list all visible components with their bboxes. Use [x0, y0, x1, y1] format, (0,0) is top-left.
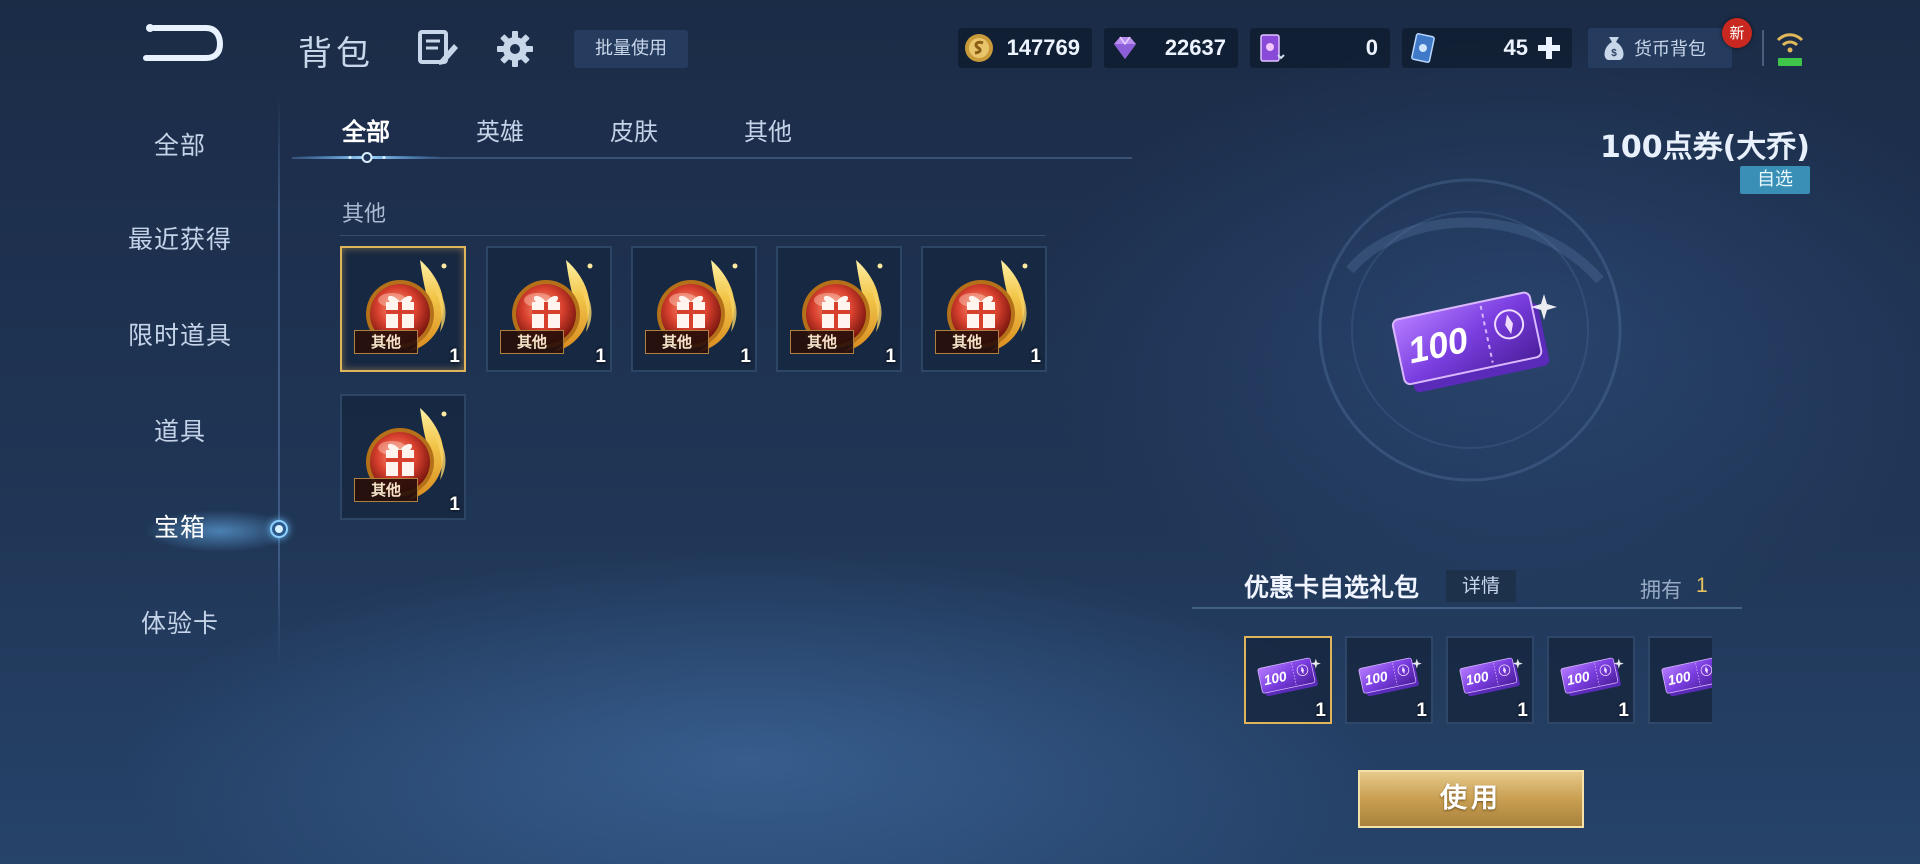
item-quantity: 1 [449, 346, 460, 367]
gift-pack-name: 优惠卡自选礼包 [1244, 573, 1420, 602]
card-currency[interactable]: 0 [1250, 28, 1390, 68]
gem-amount: 22637 [1164, 35, 1226, 60]
voucher-ticket-image [1384, 282, 1564, 402]
pack-option[interactable]: 1 [1244, 636, 1332, 724]
grid-item[interactable]: 其他 1 [631, 246, 757, 372]
sidebar-item-props[interactable]: 道具 [60, 402, 300, 462]
edit-list-icon[interactable] [418, 30, 458, 66]
sidebar-item-recent[interactable]: 最近获得 [60, 210, 300, 270]
sidebar-divider [278, 96, 280, 666]
item-quantity: 1 [1030, 346, 1041, 367]
owned-label: 拥有 [1640, 578, 1682, 602]
gem-currency: 22637 [1104, 28, 1238, 68]
back-arrow-icon [143, 24, 224, 61]
new-badge: 新 [1722, 18, 1752, 48]
item-tag: 其他 [354, 478, 418, 502]
sidebar-item-limited[interactable]: 限时道具 [60, 306, 300, 366]
item-quantity: 1 [885, 346, 896, 367]
use-button[interactable]: 使用 [1358, 770, 1584, 828]
option-quantity: 1 [1416, 700, 1427, 721]
owned-count: 1 [1696, 574, 1708, 597]
item-tag: 其他 [935, 330, 999, 354]
item-quantity: 1 [449, 494, 460, 515]
pack-option[interactable] [1648, 636, 1712, 724]
voucher-ticket-icon [1658, 654, 1712, 700]
card-amount: 0 [1365, 35, 1378, 60]
item-tag: 其他 [500, 330, 564, 354]
sidebar-item-all[interactable]: 全部 [60, 116, 300, 176]
grid-item[interactable]: 其他 1 [776, 246, 902, 372]
batch-use-button[interactable]: 批量使用 [574, 30, 688, 68]
tab-all[interactable]: 全部 [342, 112, 390, 147]
pack-divider [1192, 607, 1742, 609]
gold-currency: 147769 [958, 28, 1092, 68]
grid-item[interactable]: 其他 1 [340, 394, 466, 520]
settings-gear-icon[interactable] [496, 30, 534, 68]
diamond-icon [1114, 36, 1136, 59]
tab-other[interactable]: 其他 [744, 112, 792, 147]
ticket-amount: 45 [1503, 35, 1528, 60]
grid-item[interactable]: 其他 1 [340, 246, 466, 372]
svg-text:$: $ [1611, 48, 1617, 59]
sidebar-active-indicator [270, 520, 288, 538]
voucher-ticket-icon [1456, 654, 1526, 700]
item-detail-title: 100点券(大乔) [1599, 130, 1810, 165]
voucher-ticket-icon [1254, 654, 1324, 700]
option-quantity: 1 [1618, 700, 1629, 721]
back-button[interactable] [136, 22, 226, 66]
tab-heroes[interactable]: 英雄 [476, 112, 524, 147]
details-button[interactable]: 详情 [1446, 570, 1516, 602]
voucher-ticket-icon [1557, 654, 1627, 700]
item-tag: 其他 [354, 330, 418, 354]
active-tab-underline [292, 152, 442, 163]
grid-item[interactable]: 其他 1 [921, 246, 1047, 372]
gold-coin-icon [965, 34, 993, 62]
pack-option[interactable]: 1 [1446, 636, 1534, 724]
item-quantity: 1 [595, 346, 606, 367]
voucher-ticket-icon [1355, 654, 1425, 700]
sidebar-item-trial-cards[interactable]: 体验卡 [60, 594, 300, 654]
page-title: 背包 [298, 34, 374, 74]
tab-skins[interactable]: 皮肤 [610, 112, 658, 147]
plus-icon[interactable] [1536, 35, 1562, 61]
pack-option[interactable]: 1 [1547, 636, 1635, 724]
ticket-currency: 45 [1402, 28, 1572, 68]
item-tag: 其他 [790, 330, 854, 354]
option-quantity: 1 [1315, 700, 1326, 721]
section-label: 其他 [342, 202, 387, 227]
wallet-label: 货币背包 [1634, 39, 1706, 60]
network-signal-icon [1772, 28, 1808, 68]
money-bag-icon: $ [1604, 37, 1624, 60]
gold-amount: 147769 [1006, 35, 1080, 60]
sidebar-item-chests[interactable]: 宝箱 [60, 498, 300, 558]
item-tag: 其他 [645, 330, 709, 354]
currency-wallet-button[interactable]: $ 货币背包 [1588, 28, 1732, 68]
purple-card-icon [1260, 34, 1285, 62]
pack-options-row[interactable]: 1 1 1 1 [1244, 636, 1712, 724]
grid-item[interactable]: 其他 1 [486, 246, 612, 372]
option-quantity: 1 [1517, 700, 1528, 721]
optional-badge: 自选 [1740, 166, 1810, 194]
item-quantity: 1 [740, 346, 751, 367]
divider [1762, 30, 1764, 66]
pack-option[interactable]: 1 [1345, 636, 1433, 724]
blue-ticket-icon [1411, 33, 1435, 63]
section-divider [340, 235, 1046, 236]
